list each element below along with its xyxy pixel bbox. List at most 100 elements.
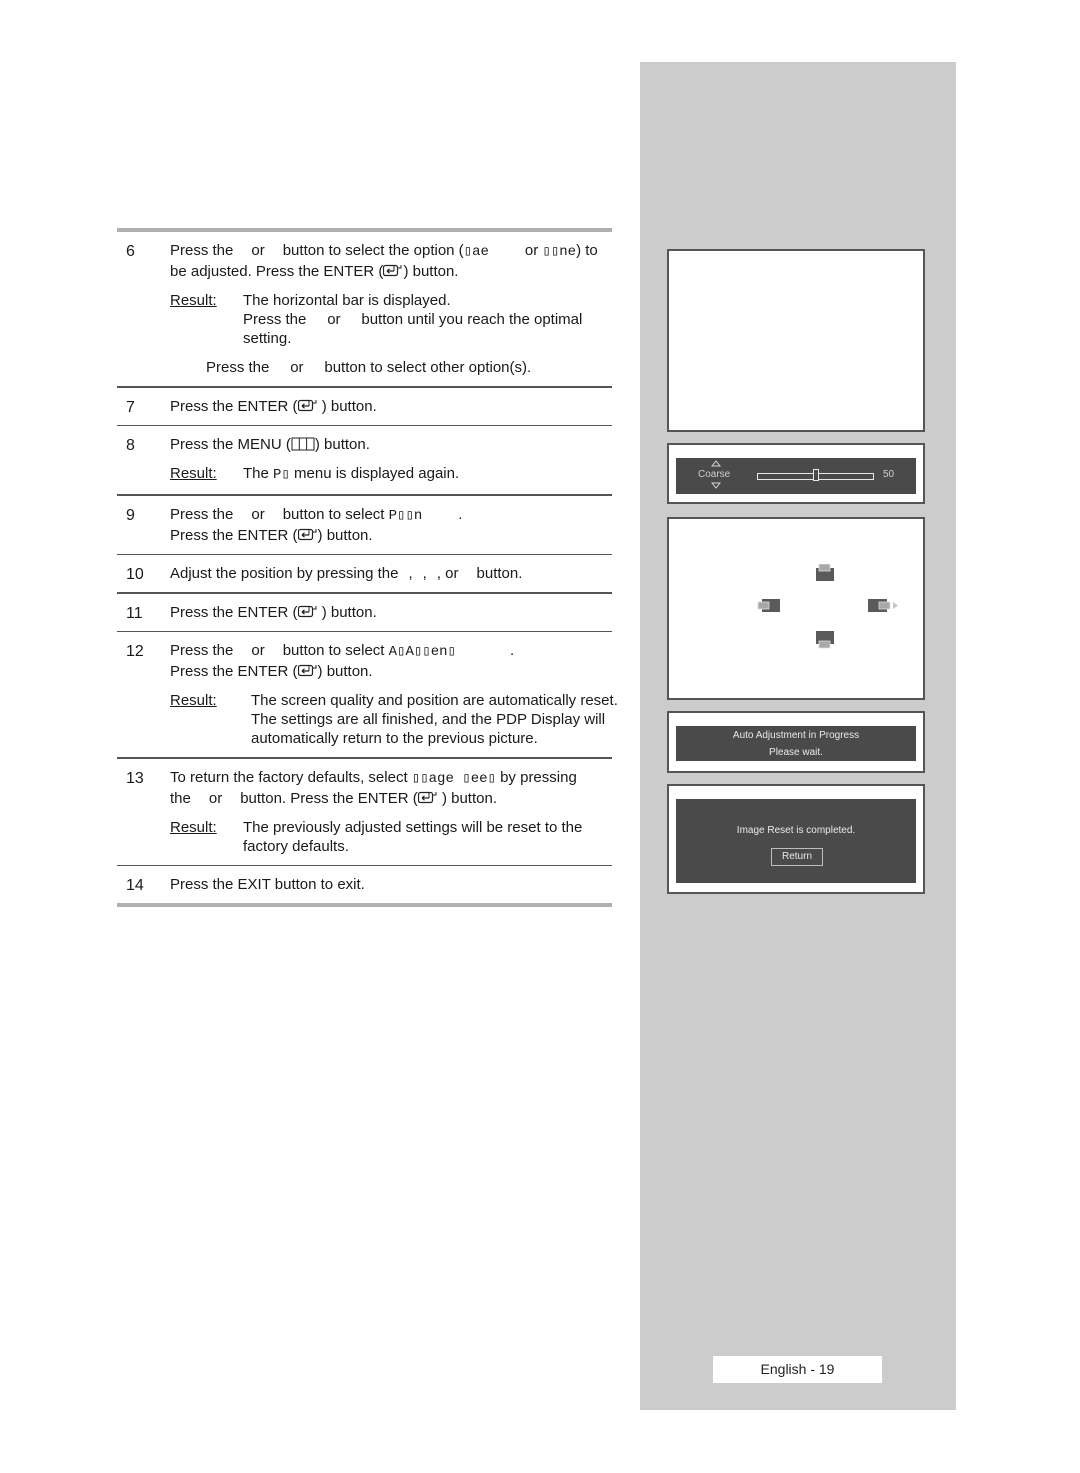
position-left-icon xyxy=(757,599,780,612)
auto-adjust-title: Auto Adjustment in Progress xyxy=(732,730,860,741)
option-name-garbled: ▯▯ne xyxy=(542,244,577,260)
text: Press the ENTER ( xyxy=(170,603,298,621)
step-line: Press the or button to select A▯A▯▯en▯. xyxy=(170,641,612,662)
position-right-icon xyxy=(868,599,898,612)
option-name-garbled: ▯ae xyxy=(463,244,489,260)
option-name-garbled: P▯▯n xyxy=(388,507,423,524)
text: the xyxy=(170,789,191,807)
text: Adjust the position by pressing the xyxy=(170,565,399,582)
step-13: 13 To return the factory defaults, selec… xyxy=(117,759,612,865)
result: Result: The horizontal bar is displayed.… xyxy=(170,291,612,348)
step-line: Press the ENTER ( ) button. xyxy=(170,662,612,681)
text: or xyxy=(251,642,265,659)
result-text: setting. xyxy=(243,330,292,347)
step-11: 11 Press the ENTER ( ) button. xyxy=(117,594,612,631)
step-number: 12 xyxy=(126,643,144,660)
coarse-value: 50 xyxy=(883,469,895,480)
text: ) button. xyxy=(314,436,370,453)
result-text: The settings are all finished, and the P… xyxy=(251,711,606,728)
text: ) button. xyxy=(317,397,377,415)
result-text: The screen quality and position are auto… xyxy=(251,692,618,709)
step-12: 12 Press the or button to select A▯A▯▯en▯.… xyxy=(117,632,618,757)
text: Press the ENTER ( xyxy=(170,397,298,415)
text: or xyxy=(251,505,265,523)
text: or xyxy=(208,789,223,807)
step-line: Press the EXIT button to exit. xyxy=(170,876,365,893)
up-triangle-icon xyxy=(711,460,721,467)
text: , xyxy=(422,565,427,582)
text: Press the ENTER ( xyxy=(170,663,298,680)
down-triangle-icon xyxy=(711,482,721,489)
enter-icon xyxy=(297,528,318,541)
enter-icon xyxy=(297,605,318,618)
result-label: Result: xyxy=(170,465,217,482)
enter-icon xyxy=(297,664,318,677)
text: The xyxy=(243,465,274,482)
step-number: 9 xyxy=(126,506,135,524)
result: Result: The screen quality and position … xyxy=(170,691,618,748)
result-text: The horizontal bar is displayed. xyxy=(243,292,451,309)
text: Press the xyxy=(170,505,234,523)
step-line: Adjust the position by pressing the,, , o… xyxy=(170,564,612,583)
step-line: To return the factory defaults, select ▯… xyxy=(170,768,612,789)
step-line: the or button. Press the ENTER ( ) button. xyxy=(170,789,612,808)
step-number: 14 xyxy=(126,877,144,894)
text: ) button. xyxy=(317,663,373,680)
text: ) button. xyxy=(317,526,373,544)
step-14: 14 Press the EXIT button to exit. xyxy=(117,866,612,903)
coarse-slider-thumb[interactable] xyxy=(812,469,819,481)
text: . xyxy=(458,505,463,523)
result-text: The previously adjusted settings will be… xyxy=(243,818,583,836)
result-label: Result: xyxy=(170,292,217,309)
step-number: 11 xyxy=(126,604,143,622)
image-reset-message: Image Reset is completed. xyxy=(736,825,856,836)
text: button to select xyxy=(282,642,389,659)
osd-screen-coarse: Coarse 50 xyxy=(667,443,925,504)
text: Press the ENTER ( xyxy=(170,526,298,544)
text: button to select xyxy=(282,505,389,523)
step-6: 6 Press the or button to select the option… xyxy=(117,232,612,386)
text: button. Press the ENTER ( xyxy=(240,789,418,807)
osd-screen-blank xyxy=(667,249,925,432)
result-label: Result: xyxy=(170,692,217,709)
text: by pressing xyxy=(495,768,577,786)
step-line: be adjusted. Press the ENTER ( ) button. xyxy=(170,262,612,281)
text: be adjusted. Press the ENTER ( xyxy=(170,263,384,280)
text: ) button. xyxy=(403,263,459,280)
result-label: Result: xyxy=(170,818,217,836)
step-number: 10 xyxy=(126,566,144,583)
coarse-label: Coarse xyxy=(698,469,731,480)
return-button[interactable]: Return xyxy=(771,848,823,866)
result-text: automatically return to the previous pic… xyxy=(251,730,538,747)
option-name-garbled: A▯A▯▯en▯ xyxy=(388,644,456,660)
illustration-panel: Coarse 50 Auto Adjustment in Progress Pl… xyxy=(640,62,956,1410)
menu-icon xyxy=(291,437,315,451)
text: button. xyxy=(476,565,523,582)
step-7: 7 Press the ENTER ( ) button. xyxy=(117,388,612,425)
step-9: 9 Press the or button to select P▯▯n. Pres… xyxy=(117,496,612,554)
result: Result: The previously adjusted settings… xyxy=(170,818,612,856)
text: . xyxy=(509,642,515,659)
step-line: Press the ENTER ( ) button. xyxy=(170,397,612,416)
coarse-adjust-bar: Coarse 50 xyxy=(676,458,916,494)
text: menu is displayed again. xyxy=(289,465,460,482)
enter-icon xyxy=(297,399,318,412)
step-line: Press the ENTER ( ) button. xyxy=(170,526,612,545)
step-10: 10 Adjust the position by pressing the,,… xyxy=(117,555,612,592)
osd-screen-position xyxy=(667,517,925,700)
step-number: 7 xyxy=(126,398,135,416)
image-reset-dialog: Image Reset is completed. Return xyxy=(676,799,916,883)
osd-screen-auto-adjust: Auto Adjustment in Progress Please wait. xyxy=(667,711,925,773)
menu-name-garbled: P▯ xyxy=(273,467,290,483)
text: or xyxy=(251,242,265,259)
text: To return the factory defaults, select xyxy=(170,768,412,786)
step-number: 8 xyxy=(126,437,135,454)
text: Press the MENU ( xyxy=(170,436,291,453)
text: Press the xyxy=(170,242,234,259)
result-text: factory defaults. xyxy=(243,837,349,855)
result-text: Press the or button until you reach the … xyxy=(243,311,583,328)
text: button to select the option ( xyxy=(282,242,464,259)
step-line: Press the or button to select P▯▯n. xyxy=(170,505,612,526)
note-text: Press the or button to select other opti… xyxy=(206,359,532,376)
text: Press the xyxy=(170,642,234,659)
